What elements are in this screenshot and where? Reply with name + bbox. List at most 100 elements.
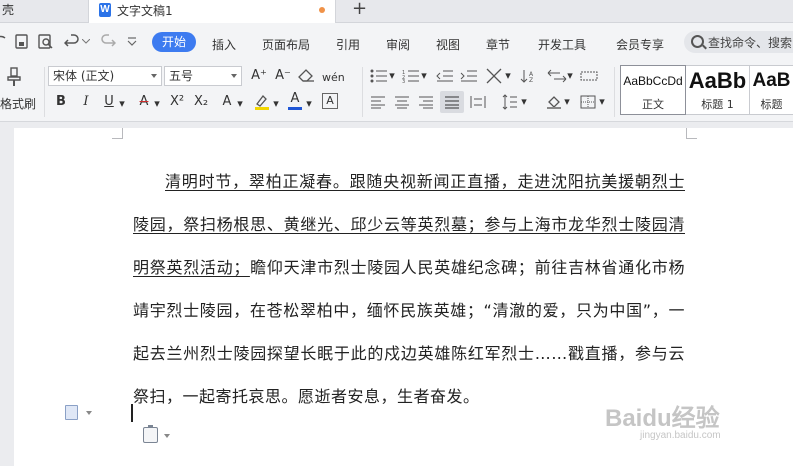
menu-tab-page-layout[interactable]: 页面布局 — [262, 36, 310, 53]
paste-options-icon[interactable] — [143, 425, 158, 443]
clear-format-icon[interactable] — [298, 69, 316, 83]
superscript-button[interactable]: X² — [168, 93, 186, 111]
chevron-down-icon[interactable] — [86, 411, 92, 415]
align-left-icon[interactable] — [370, 95, 386, 109]
page-margin-corner — [112, 128, 123, 139]
watermark-logo: Baidu经验 — [605, 405, 720, 432]
chevron-down-icon[interactable]: ▾ — [388, 67, 396, 85]
sort-icon[interactable]: AZ — [520, 69, 538, 83]
chevron-down-icon[interactable]: ▾ — [305, 95, 313, 113]
style-normal-name: 正文 — [642, 98, 664, 111]
justify-button[interactable] — [440, 91, 464, 113]
menu-tab-developer[interactable]: 开发工具 — [538, 36, 586, 53]
menu-tab-member[interactable]: 会员专享 — [616, 36, 664, 53]
bullet-list-icon[interactable] — [370, 69, 388, 83]
style-title-name: 标题 — [760, 98, 783, 111]
chevron-down-icon[interactable]: ▾ — [420, 67, 428, 85]
character-border-button[interactable]: A — [322, 93, 338, 109]
borders-icon[interactable] — [580, 95, 596, 109]
chevron-down-icon[interactable]: ▾ — [153, 95, 161, 113]
chevron-down-icon[interactable] — [164, 434, 170, 438]
tab-bar: 壳 W 文字文稿1 + — [0, 0, 793, 23]
increase-indent-icon[interactable] — [460, 69, 478, 83]
underline-button[interactable]: U — [102, 93, 116, 111]
print-preview-icon[interactable] — [38, 34, 54, 49]
menu-tab-view[interactable]: 视图 — [436, 36, 460, 53]
undo-icon[interactable] — [64, 34, 80, 49]
bold-button[interactable]: B — [54, 93, 68, 111]
page-margin-corner — [686, 128, 697, 139]
chevron-down-icon[interactable]: ▾ — [563, 93, 571, 111]
text-effect-button[interactable]: A — [220, 93, 234, 111]
menu-tab-references[interactable]: 引用 — [336, 36, 360, 53]
svg-text:wén: wén — [322, 71, 345, 83]
chinese-layout-icon[interactable] — [486, 68, 504, 84]
strikethrough-button[interactable]: A — [137, 93, 151, 111]
paragraph-text: 瞻仰天津市烈士陵园人民英雄纪念碑；前往吉林省通化市杨靖宇烈士陵园，在苍松翠柏中，… — [133, 258, 685, 406]
shading-icon[interactable] — [546, 94, 562, 110]
style-normal[interactable]: AaBbCcDd 正文 — [620, 65, 686, 115]
new-tab-button[interactable]: + — [352, 0, 367, 19]
highlight-icon[interactable] — [254, 93, 270, 111]
font-name-select[interactable]: 宋体 (正文) — [48, 66, 162, 86]
font-name-value: 宋体 (正文) — [53, 69, 115, 83]
chevron-down-icon — [151, 74, 157, 78]
subscript-button[interactable]: X₂ — [192, 93, 210, 111]
document-paragraph[interactable]: 清明时节，翠柏正凝春。跟随央视新闻正直播，走进沈阳抗美援朝烈士陵园，祭扫杨根思、… — [133, 160, 685, 418]
font-size-value: 五号 — [169, 69, 194, 83]
undo-dropdown-icon[interactable] — [82, 39, 90, 45]
numbered-list-icon[interactable]: 123 — [402, 69, 420, 83]
pinyin-guide-icon[interactable]: wén — [322, 69, 350, 83]
decrease-indent-icon[interactable] — [436, 69, 454, 83]
font-color-button[interactable]: A — [288, 91, 302, 110]
ribbon-toolbar: 格式刷 宋体 (正文) 五号 A⁺ A⁻ wén B I U ▾ A ▾ X² … — [0, 61, 793, 122]
tab-previous-label: 壳 — [2, 3, 15, 17]
format-painter-icon[interactable] — [6, 67, 22, 87]
align-right-icon[interactable] — [418, 95, 434, 109]
align-center-icon[interactable] — [394, 95, 410, 109]
command-search-box[interactable]: 查找命令、搜索 — [684, 31, 793, 53]
chevron-down-icon[interactable]: ▾ — [118, 95, 126, 113]
paragraph-layout-icon[interactable] — [65, 405, 78, 420]
print-icon[interactable] — [14, 34, 30, 49]
search-icon — [691, 35, 704, 48]
italic-button[interactable]: I — [79, 93, 93, 111]
writer-doc-icon: W — [99, 3, 111, 17]
watermark-url: jingyan.baidu.com — [640, 430, 721, 441]
tab-document-title: 文字文稿1 — [117, 4, 173, 18]
ribbon-divider — [44, 67, 45, 117]
style-heading-1-name: 标题 1 — [701, 98, 734, 111]
tab-previous[interactable]: 壳 — [0, 0, 88, 22]
font-size-select[interactable]: 五号 — [164, 66, 242, 86]
style-heading-1[interactable]: AaBb 标题 1 — [686, 65, 750, 115]
table-grid-icon[interactable] — [580, 71, 598, 81]
chevron-down-icon[interactable]: ▾ — [566, 67, 574, 85]
menu-tab-chapter[interactable]: 章节 — [486, 36, 510, 53]
shrink-font-button[interactable]: A⁻ — [274, 67, 292, 85]
show-hide-marks-icon[interactable] — [546, 69, 568, 83]
chevron-down-icon[interactable]: ▾ — [272, 95, 280, 113]
chevron-down-icon[interactable] — [127, 37, 137, 47]
chevron-down-icon[interactable]: ▾ — [236, 95, 244, 113]
chevron-down-icon[interactable]: ▾ — [504, 67, 512, 85]
line-spacing-icon[interactable] — [502, 94, 518, 110]
command-search-placeholder: 查找命令、搜索 — [708, 36, 793, 50]
distributed-align-icon[interactable] — [470, 95, 486, 109]
svg-text:Z: Z — [529, 77, 533, 83]
format-painter-label[interactable]: 格式刷 — [0, 95, 36, 112]
save-icon[interactable] — [0, 35, 6, 49]
chevron-down-icon[interactable]: ▾ — [520, 93, 528, 111]
ribbon-divider — [614, 67, 615, 117]
style-normal-sample: AaBbCcDd — [623, 74, 683, 88]
tab-document[interactable]: W 文字文稿1 — [88, 0, 336, 23]
style-title[interactable]: AaB 标题 — [750, 65, 793, 115]
menu-tab-insert[interactable]: 插入 — [212, 36, 236, 53]
unsaved-dot-icon — [319, 7, 325, 13]
menu-tab-home[interactable]: 开始 — [152, 32, 196, 52]
menu-bar: 开始 插入 页面布局 引用 审阅 视图 章节 开发工具 会员专享 查找命令、搜索 — [0, 23, 793, 61]
redo-icon[interactable] — [100, 34, 116, 49]
grow-font-button[interactable]: A⁺ — [250, 67, 268, 85]
menu-tab-review[interactable]: 审阅 — [386, 36, 410, 53]
chevron-down-icon[interactable]: ▾ — [598, 93, 606, 111]
chevron-down-icon — [231, 74, 237, 78]
